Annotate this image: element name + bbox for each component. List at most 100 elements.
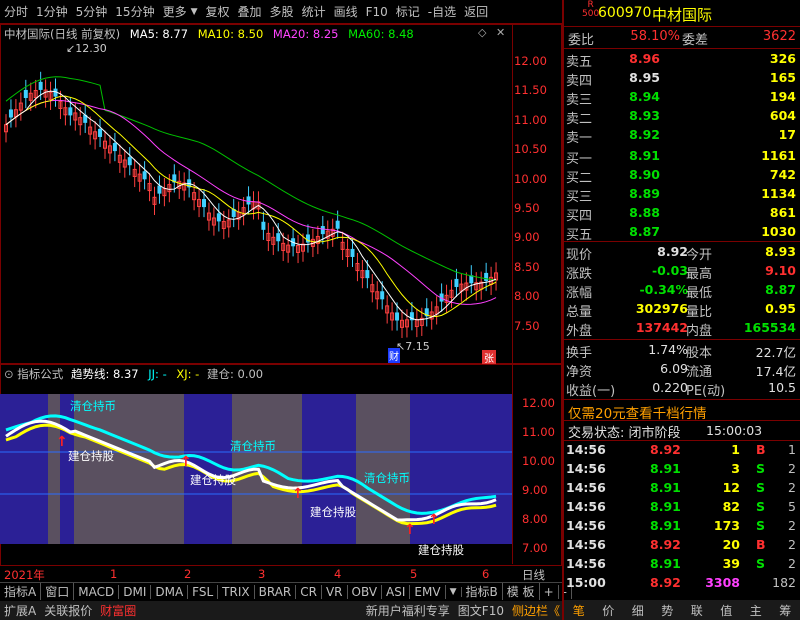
buy-row[interactable]: 买二 8.90 742 xyxy=(564,166,800,186)
stat-label-2: 最高 xyxy=(686,267,713,282)
bottom-promo[interactable]: 新用户福利专享 xyxy=(362,602,454,619)
candle-body xyxy=(365,270,370,279)
tab-lian[interactable]: 联 xyxy=(691,602,703,619)
tab-window[interactable]: 窗口 xyxy=(41,583,75,600)
bottom-related-quote[interactable]: 关联报价 xyxy=(40,602,96,619)
tick-count: 2 xyxy=(788,556,796,571)
stat-row: 涨幅 -0.34% 最低 8.87 xyxy=(564,281,800,301)
tab-fsl[interactable]: FSL xyxy=(188,584,219,599)
toolbar-more[interactable]: 更多 xyxy=(159,3,191,20)
candle-body xyxy=(38,81,43,90)
tab-dma[interactable]: DMA xyxy=(151,584,189,599)
tab-indicator-a[interactable]: 指标A xyxy=(0,583,42,600)
close-icon[interactable]: ✕ xyxy=(496,26,505,39)
x-month-1: 1 xyxy=(110,567,118,581)
y-tick: 8.00 xyxy=(514,289,540,304)
stat2-value: 6.09 xyxy=(660,361,688,376)
sell-row[interactable]: 卖五 8.96 326 xyxy=(564,50,800,70)
tick-list[interactable]: 14:56 8.92 1 B 1 14:56 8.91 3 S 2 14:56 8.91 12 S 2 14:… xyxy=(564,441,800,597)
tab-zhu[interactable]: 主 xyxy=(750,602,762,619)
promo-text[interactable]: 仅需20元查看千档行情 xyxy=(568,402,707,422)
tab-xi[interactable]: 细 xyxy=(632,602,644,619)
bottom-sidebar[interactable]: 侧边栏《 xyxy=(508,602,564,619)
diamond-icon[interactable]: ◇ xyxy=(478,26,486,39)
tab-bi[interactable]: 笔 xyxy=(573,602,585,619)
tab-obv[interactable]: OBV xyxy=(348,584,383,599)
toolbar-more-arrow-icon[interactable]: ▼ xyxy=(191,7,202,17)
tick-volume: 3308 xyxy=(705,575,740,590)
buy-row[interactable]: 买一 8.91 1161 xyxy=(564,147,800,167)
tab-trix[interactable]: TRIX xyxy=(218,584,255,599)
tick-side: B xyxy=(756,442,766,457)
tab-cr[interactable]: CR xyxy=(296,584,322,599)
candle-body xyxy=(469,275,474,284)
clear-label-2: 清仓持币 xyxy=(230,439,276,453)
period-label[interactable]: 日线 xyxy=(522,567,545,583)
tab-template[interactable]: 模 板 xyxy=(503,583,540,600)
toolbar-duogu[interactable]: 多股 xyxy=(266,3,298,20)
stat2-label: 净资 xyxy=(566,365,593,380)
toolbar-fuquan[interactable]: 复权 xyxy=(202,3,234,20)
tab-jia[interactable]: 价 xyxy=(602,602,614,619)
buy-row[interactable]: 买三 8.89 1134 xyxy=(564,185,800,205)
stat-value-2: 8.93 xyxy=(765,244,796,259)
toolbar-tongji[interactable]: 统计 xyxy=(298,3,330,20)
sell-row[interactable]: 卖二 8.93 604 xyxy=(564,107,800,127)
fin-marker[interactable]: 财 xyxy=(388,348,400,363)
indicator-chart: ↑ ↑ ↑ ↑ ↑ xyxy=(0,394,512,544)
tab-vr[interactable]: VR xyxy=(322,584,348,599)
zhang-marker[interactable]: 张 xyxy=(482,350,496,365)
stat-value-2: 0.95 xyxy=(765,301,796,316)
toolbar-huaxian[interactable]: 画线 xyxy=(330,3,362,20)
toolbar-biaoji[interactable]: 标记 xyxy=(392,3,424,20)
tick-price: 8.91 xyxy=(650,556,681,571)
bottom-extend-a[interactable]: 扩展A xyxy=(0,602,40,619)
sell-label: 卖一 xyxy=(566,131,593,146)
toolbar-5min[interactable]: 5分钟 xyxy=(72,3,112,20)
build-label-4: 建仓持股 xyxy=(418,543,464,557)
buy-label: 买二 xyxy=(566,171,593,186)
candle-body xyxy=(261,221,266,230)
tab-chou[interactable]: 筹 xyxy=(779,602,791,619)
tab-shi[interactable]: 势 xyxy=(661,602,673,619)
buy-volume: 742 xyxy=(769,167,796,182)
toolbar-f10[interactable]: F10 xyxy=(362,5,392,19)
sell-label: 卖三 xyxy=(566,93,593,108)
sell-row[interactable]: 卖三 8.94 194 xyxy=(564,88,800,108)
ind-y-tick: 12.00 xyxy=(522,396,555,410)
sell-row[interactable]: 卖一 8.92 17 xyxy=(564,126,800,146)
weibi-row: 委比 58.10% 委差 3622 xyxy=(564,28,800,48)
toolbar-1min[interactable]: 1分钟 xyxy=(32,3,72,20)
indicator-title[interactable]: 指标公式 xyxy=(17,367,63,381)
clear-label-1: 清仓持币 xyxy=(70,399,116,413)
quote-header: R 500 600970 中材国际 xyxy=(564,0,800,26)
tab-asi[interactable]: ASI xyxy=(382,584,411,599)
toolbar-fanhui[interactable]: 返回 xyxy=(460,3,492,20)
sell-row[interactable]: 卖四 8.95 165 xyxy=(564,69,800,89)
buy-row[interactable]: 买四 8.88 861 xyxy=(564,204,800,224)
tab-macd[interactable]: MACD xyxy=(74,584,120,599)
buy-volume: 861 xyxy=(769,205,796,220)
bottom-wealth-circle[interactable]: 财富圈 xyxy=(96,602,140,619)
promo-row[interactable]: 仅需20元查看千档行情 xyxy=(564,400,800,422)
tab-brar[interactable]: BRAR xyxy=(255,584,297,599)
tab-arrow-icon[interactable]: ▼ xyxy=(446,586,462,597)
candle-body xyxy=(202,199,206,208)
toolbar-diejia[interactable]: 叠加 xyxy=(234,3,266,20)
tab-plus-button[interactable]: + xyxy=(540,584,559,599)
stat2-label-2: 股本 xyxy=(686,346,713,361)
toolbar-zixuan[interactable]: -自选 xyxy=(424,3,460,20)
tab-indicator-b[interactable]: 指标B xyxy=(462,583,503,600)
indicator-collapse-icon[interactable]: ⊙ xyxy=(4,367,14,381)
tab-dmi[interactable]: DMI xyxy=(119,584,152,599)
tick-side: S xyxy=(756,461,766,476)
tab-zhi[interactable]: 值 xyxy=(720,602,732,619)
toolbar-15min[interactable]: 15分钟 xyxy=(111,3,158,20)
toolbar-fenshi[interactable]: 分时 xyxy=(0,3,32,20)
buy-row[interactable]: 买五 8.87 1030 xyxy=(564,223,800,243)
tab-emv[interactable]: EMV xyxy=(410,584,446,599)
y-tick: 7.50 xyxy=(514,318,540,333)
tick-time: 14:56 xyxy=(566,556,606,571)
y-tick: 11.00 xyxy=(514,112,547,127)
bottom-f10[interactable]: 图文F10 xyxy=(454,602,508,619)
